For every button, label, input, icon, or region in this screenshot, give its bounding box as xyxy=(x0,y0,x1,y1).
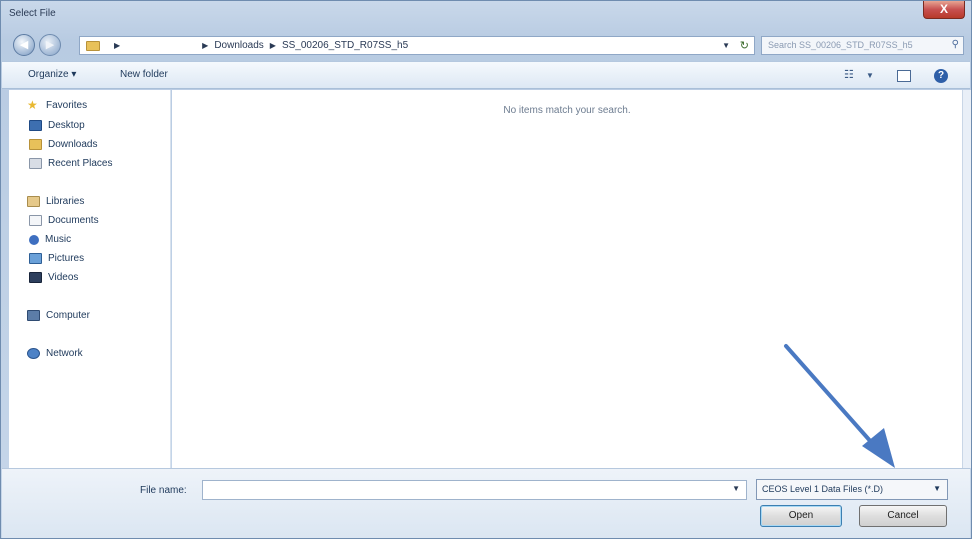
music-icon xyxy=(29,234,39,245)
cancel-button[interactable]: Cancel xyxy=(859,505,947,527)
back-button[interactable]: ◀ xyxy=(13,34,35,56)
nav-label: Recent Places xyxy=(48,158,113,169)
breadcrumb-blank xyxy=(126,39,197,52)
preview-pane-icon[interactable] xyxy=(897,70,911,82)
desktop-icon xyxy=(29,120,42,131)
address-bar[interactable]: ▶ ▶ Downloads ▶ SS_00206_STD_R07SS_h5 ▼ … xyxy=(79,36,755,55)
nav-label: Computer xyxy=(46,310,90,321)
navigation-pane: ★ Favorites Desktop Downloads Recent Pla… xyxy=(9,90,171,468)
videos-icon xyxy=(29,272,42,283)
address-row: ◀ ▶ ▶ ▶ Downloads ▶ SS_00206_STD_R07SS_h… xyxy=(1,29,971,61)
file-name-label: File name: xyxy=(140,485,187,496)
recent-places-icon xyxy=(29,158,42,169)
chevron-right-icon[interactable]: ▶ xyxy=(202,41,208,50)
nav-label: Videos xyxy=(48,272,79,283)
file-list-pane[interactable]: No items match your search. xyxy=(172,90,962,468)
nav-computer[interactable]: Computer xyxy=(27,310,90,321)
nav-label: Libraries xyxy=(46,196,85,207)
refresh-icon[interactable]: ↻ xyxy=(740,39,749,52)
breadcrumb-downloads[interactable]: Downloads xyxy=(214,40,263,51)
nav-documents[interactable]: Documents xyxy=(29,215,99,226)
select-file-dialog: Select File X ◀ ▶ ▶ ▶ Downloads ▶ SS_002… xyxy=(0,0,972,539)
forward-button[interactable]: ▶ xyxy=(39,34,61,56)
organize-button[interactable]: Organize ▾ xyxy=(28,69,76,80)
chevron-down-icon[interactable]: ▼ xyxy=(732,484,740,493)
star-icon: ★ xyxy=(27,98,38,112)
title-bar: Select File X xyxy=(1,1,971,29)
downloads-icon xyxy=(29,139,42,150)
footer-panel: File name: ▼ CEOS Level 1 Data Files (*.… xyxy=(2,468,970,538)
nav-music[interactable]: Music xyxy=(29,234,71,245)
file-name-field[interactable]: ▼ xyxy=(202,480,747,500)
nav-libraries[interactable]: Libraries xyxy=(27,196,84,207)
nav-label: Downloads xyxy=(48,139,98,150)
nav-network[interactable]: Network xyxy=(27,348,83,359)
command-bar: Organize ▾ New folder ☷ ▼ ? xyxy=(2,61,970,89)
search-input[interactable]: Search SS_00206_STD_R07SS_h5 ⚲ xyxy=(761,36,964,55)
pictures-icon xyxy=(29,253,42,264)
network-icon xyxy=(27,348,40,359)
chevron-down-icon[interactable]: ▼ xyxy=(866,71,874,80)
libraries-icon xyxy=(27,196,40,207)
chevron-right-icon[interactable]: ▶ xyxy=(270,41,276,50)
file-type-value: CEOS Level 1 Data Files (*.D) xyxy=(762,484,884,494)
help-icon[interactable]: ? xyxy=(934,69,948,83)
breadcrumb-current-folder[interactable]: SS_00206_STD_R07SS_h5 xyxy=(282,40,408,51)
nav-downloads[interactable]: Downloads xyxy=(29,139,97,150)
nav-videos[interactable]: Videos xyxy=(29,272,78,283)
nav-label: Music xyxy=(45,234,72,245)
nav-label: Network xyxy=(46,348,83,359)
nav-pictures[interactable]: Pictures xyxy=(29,253,84,264)
nav-label: Documents xyxy=(48,215,99,226)
nav-favorites[interactable]: ★ Favorites xyxy=(27,98,88,112)
folder-icon xyxy=(86,40,100,51)
chevron-down-icon[interactable]: ▼ xyxy=(722,41,730,50)
documents-icon xyxy=(29,215,42,226)
close-button[interactable]: X xyxy=(923,1,965,19)
file-type-select[interactable]: CEOS Level 1 Data Files (*.D) ▼ xyxy=(756,479,948,500)
scrollbar[interactable] xyxy=(962,90,971,468)
search-icon[interactable]: ⚲ xyxy=(952,39,959,50)
nav-label: Favorites xyxy=(46,100,88,111)
computer-icon xyxy=(27,310,40,321)
window-title: Select File xyxy=(9,8,56,19)
new-folder-button[interactable]: New folder xyxy=(120,69,168,80)
chevron-right-icon[interactable]: ▶ xyxy=(114,41,120,50)
change-view-icon[interactable]: ☷ xyxy=(844,68,854,81)
search-placeholder: Search SS_00206_STD_R07SS_h5 xyxy=(768,40,913,50)
open-button[interactable]: Open xyxy=(760,505,842,527)
empty-message: No items match your search. xyxy=(503,105,631,116)
chevron-down-icon[interactable]: ▼ xyxy=(933,484,941,493)
nav-recent-places[interactable]: Recent Places xyxy=(29,158,112,169)
nav-label: Desktop xyxy=(48,120,85,131)
nav-label: Pictures xyxy=(48,253,85,264)
nav-desktop[interactable]: Desktop xyxy=(29,120,85,131)
